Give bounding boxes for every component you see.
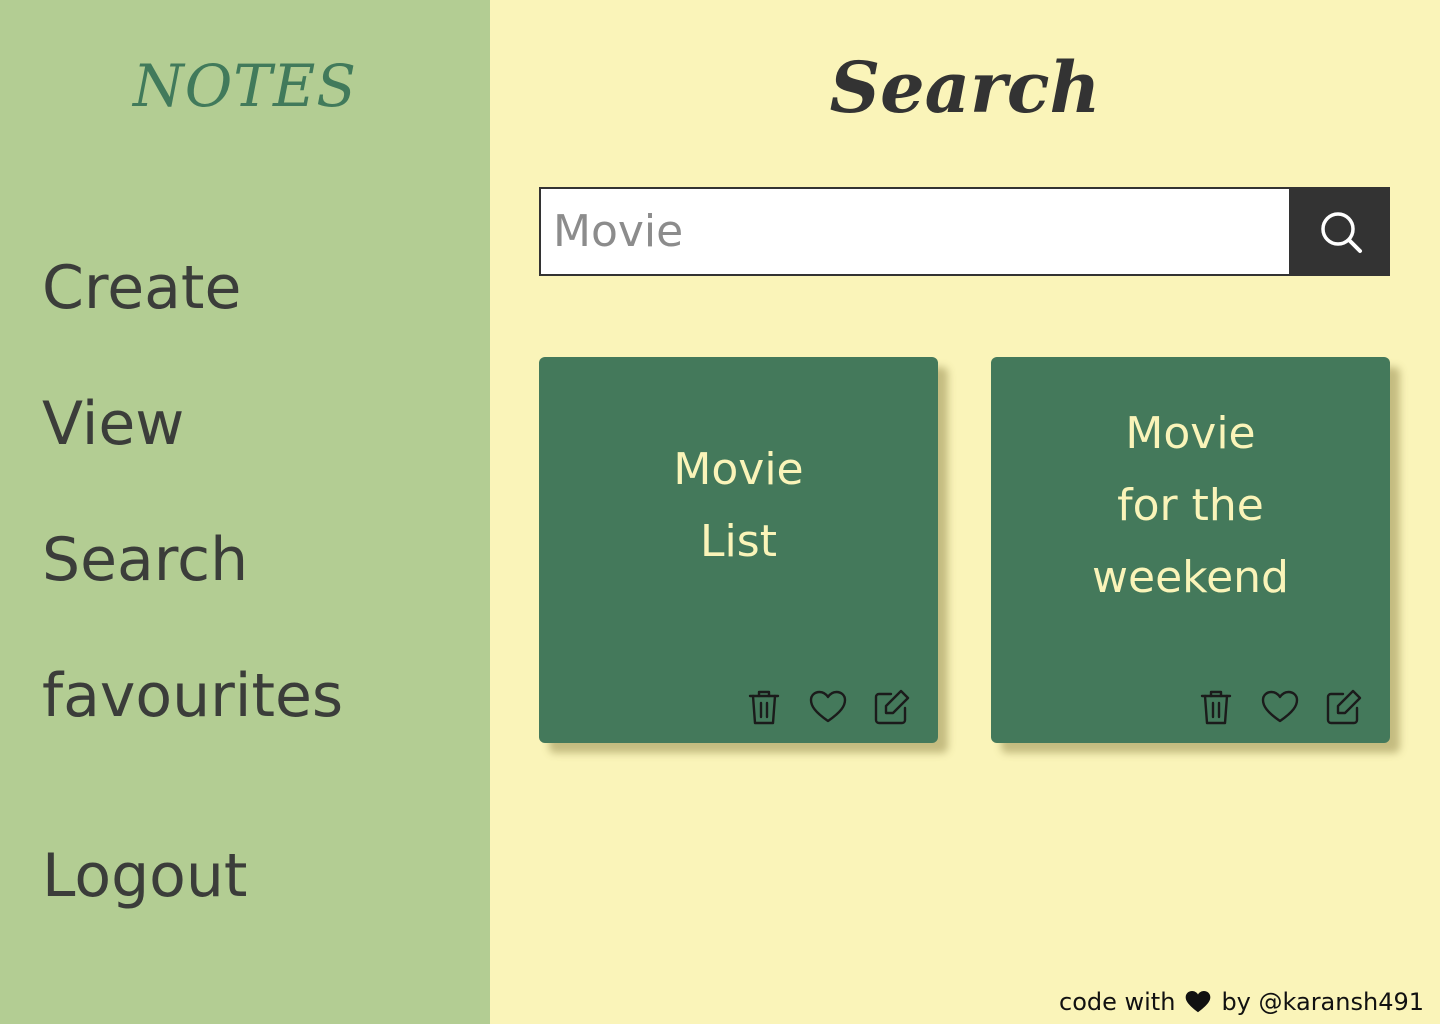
note-card[interactable]: Movie for the weekend: [991, 357, 1390, 743]
sidebar: NOTES Create View Search favourites Logo…: [0, 0, 490, 1024]
page-title: Search: [829, 46, 1101, 129]
heart-icon[interactable]: [1260, 687, 1300, 727]
sidebar-item-view[interactable]: View: [42, 394, 184, 454]
footer-credit: code with by @karansh491: [1059, 988, 1424, 1016]
logout-link[interactable]: Logout: [42, 846, 247, 906]
search-input[interactable]: [539, 187, 1291, 276]
main-content: Search Movie List Movie for the weekend: [490, 0, 1440, 1024]
sidebar-item-search[interactable]: Search: [42, 530, 248, 590]
note-card-title: Movie for the weekend: [1092, 408, 1289, 603]
footer-prefix: code with: [1059, 988, 1176, 1016]
note-card-actions: [1196, 687, 1364, 727]
note-card[interactable]: Movie List: [539, 357, 938, 743]
sidebar-item-create[interactable]: Create: [42, 258, 241, 318]
heart-icon[interactable]: [808, 687, 848, 727]
edit-icon[interactable]: [872, 687, 912, 727]
trash-icon[interactable]: [1196, 687, 1236, 727]
search-button[interactable]: [1291, 187, 1390, 276]
footer-author: by @karansh491: [1221, 988, 1424, 1016]
brand-logo: NOTES: [132, 52, 358, 120]
sidebar-item-favourites[interactable]: favourites: [42, 666, 343, 726]
trash-icon[interactable]: [744, 687, 784, 727]
heart-filled-icon: [1186, 991, 1211, 1013]
note-card-title: Movie List: [673, 444, 804, 567]
edit-icon[interactable]: [1324, 687, 1364, 727]
note-card-actions: [744, 687, 912, 727]
search-icon: [1320, 211, 1362, 253]
